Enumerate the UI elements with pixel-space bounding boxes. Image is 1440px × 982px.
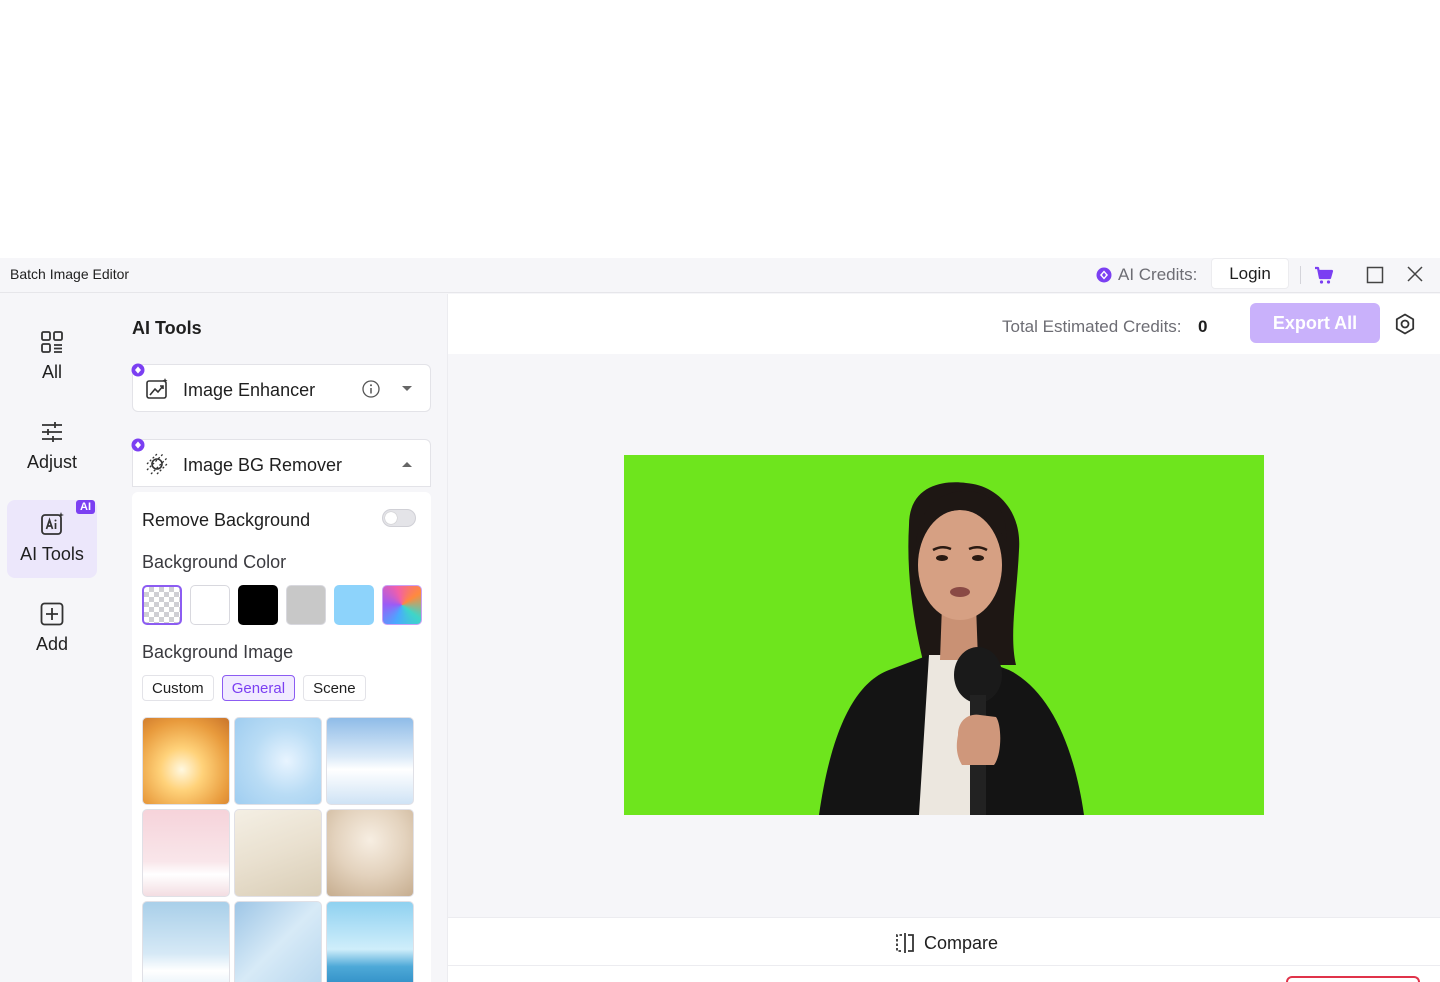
cart-icon[interactable] xyxy=(1313,264,1335,286)
swatch-gray[interactable] xyxy=(286,585,326,625)
reporter-photo xyxy=(819,482,1084,815)
rail-label: AI Tools xyxy=(20,544,84,564)
rail-label: All xyxy=(41,362,62,382)
bg-remover-icon xyxy=(146,453,168,475)
chevron-down-icon[interactable] xyxy=(401,385,413,393)
gem-icon xyxy=(131,438,145,452)
bg-thumb[interactable] xyxy=(326,717,414,805)
bg-color-label: Background Color xyxy=(142,552,287,572)
remove-bg-toggle[interactable] xyxy=(382,509,416,527)
swatch-gradient[interactable] xyxy=(382,585,422,625)
main-area: Total Estimated Credits: 0 Export All Co… xyxy=(447,294,1440,982)
title-bar: Batch Image Editor AI Credits: Login xyxy=(0,258,1440,293)
bg-thumb[interactable] xyxy=(326,901,414,982)
swatch-transparent[interactable] xyxy=(142,585,182,625)
ai-tools-icon xyxy=(41,512,64,535)
add-icon xyxy=(40,602,64,626)
chevron-up-icon[interactable] xyxy=(401,460,413,468)
remove-bg-label: Remove Background xyxy=(142,510,311,530)
tab-scene[interactable]: Scene xyxy=(303,675,366,701)
bg-image-tabs: Custom General Scene xyxy=(142,675,366,701)
partial-button[interactable] xyxy=(1286,976,1420,982)
gem-icon xyxy=(131,363,145,377)
swatch-black[interactable] xyxy=(238,585,278,625)
bg-image-label: Background Image xyxy=(142,642,294,662)
tab-custom[interactable]: Custom xyxy=(142,675,214,701)
ai-badge: AI xyxy=(76,500,95,514)
bg-remover-settings: Remove Background Background Color Backg… xyxy=(132,492,431,982)
rail-label: Add xyxy=(35,634,69,654)
color-swatches xyxy=(142,585,422,625)
total-credits-value: 0 xyxy=(1198,317,1208,336)
bg-thumb[interactable] xyxy=(234,717,322,805)
bg-thumb[interactable] xyxy=(142,809,230,897)
info-icon[interactable] xyxy=(362,380,380,398)
ai-tools-panel: AI Tools Image Enhancer Image BG Remover… xyxy=(107,294,446,982)
bg-image-grid xyxy=(142,717,414,982)
main-header: Total Estimated Credits: 0 Export All xyxy=(448,294,1440,354)
rail-item-all[interactable]: All xyxy=(7,318,97,396)
rail-item-add[interactable]: Add xyxy=(7,590,97,668)
login-button[interactable]: Login xyxy=(1211,258,1289,289)
swatch-light-blue[interactable] xyxy=(334,585,374,625)
grid-icon xyxy=(41,331,63,353)
bg-thumb[interactable] xyxy=(234,809,322,897)
gear-icon[interactable] xyxy=(1394,313,1416,335)
divider xyxy=(1300,266,1301,284)
gem-icon xyxy=(1096,267,1112,283)
sliders-icon xyxy=(42,422,62,442)
compare-button[interactable]: Compare xyxy=(894,932,998,954)
bg-thumb[interactable] xyxy=(142,901,230,982)
tab-general[interactable]: General xyxy=(221,675,296,701)
tool-name: Image Enhancer xyxy=(183,380,316,400)
rail-item-ai-tools[interactable]: AI AI Tools xyxy=(7,500,97,578)
image-enhance-icon xyxy=(146,378,168,399)
compare-bar: Compare xyxy=(448,917,1440,966)
credits-label: AI Credits: xyxy=(1118,265,1198,284)
bg-thumb[interactable] xyxy=(326,809,414,897)
app-title: Batch Image Editor xyxy=(10,266,130,282)
tool-name: Image BG Remover xyxy=(183,455,343,475)
bottom-strip xyxy=(448,966,1440,982)
bg-thumb[interactable] xyxy=(142,717,230,805)
panel-title: AI Tools xyxy=(132,318,202,338)
close-icon[interactable] xyxy=(1405,264,1425,284)
ai-credits: AI Credits: xyxy=(1096,264,1197,286)
tool-image-enhancer[interactable]: Image Enhancer xyxy=(131,363,431,412)
tool-image-bg-remover[interactable]: Image BG Remover xyxy=(131,438,431,487)
swatch-white[interactable] xyxy=(190,585,230,625)
total-credits-label: Total Estimated Credits: xyxy=(1002,317,1182,336)
app-window: Batch Image Editor AI Credits: Login All… xyxy=(0,258,1440,982)
compare-label: Compare xyxy=(924,932,999,953)
rail-label: Adjust xyxy=(26,452,78,472)
preview-canvas xyxy=(448,354,1440,917)
left-rail: All Adjust AI AI Tools Add xyxy=(0,294,106,982)
rail-item-adjust[interactable]: Adjust xyxy=(7,408,97,486)
maximize-icon[interactable] xyxy=(1365,265,1385,285)
blank-area xyxy=(0,0,1440,258)
export-all-button[interactable]: Export All xyxy=(1250,303,1380,343)
compare-icon xyxy=(896,933,914,953)
bg-thumb[interactable] xyxy=(234,901,322,982)
preview-image[interactable] xyxy=(624,455,1264,815)
